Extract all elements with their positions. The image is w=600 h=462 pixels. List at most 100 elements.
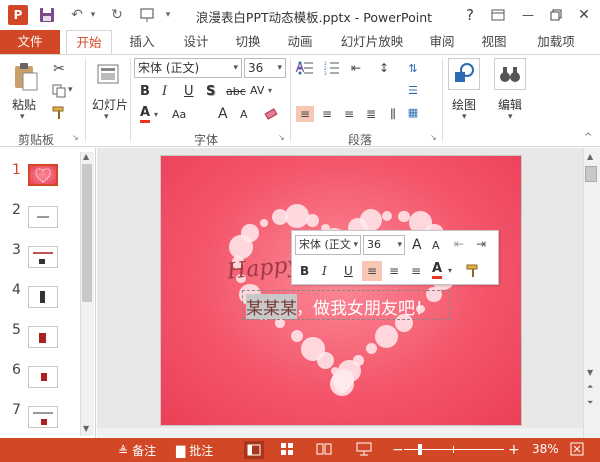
slide-thumbnail-3[interactable] <box>28 246 58 268</box>
scroll-up-icon[interactable]: ▲ <box>587 152 593 161</box>
mini-format-painter-icon[interactable] <box>464 262 482 280</box>
slide-thumbnail-6[interactable] <box>28 366 58 388</box>
drawing-shapes-icon[interactable] <box>448 58 480 90</box>
align-center-icon[interactable]: ≡ <box>318 106 336 122</box>
ribbon-display-options-icon[interactable] <box>486 4 510 26</box>
decrease-indent-icon[interactable]: ⇤ <box>348 58 364 78</box>
help-button[interactable]: ? <box>458 4 482 26</box>
tab-animations[interactable]: 动画 <box>280 30 320 54</box>
strikethrough-button[interactable]: abc <box>226 85 246 98</box>
font-color-dropdown-icon[interactable]: ▾ <box>154 110 158 119</box>
align-right-icon[interactable]: ≡ <box>340 106 358 122</box>
collapse-ribbon-icon[interactable]: ^ <box>584 132 592 143</box>
grow-font-button[interactable]: A <box>218 106 228 122</box>
zoom-in-button[interactable]: + <box>508 442 520 458</box>
zoom-slider-thumb[interactable] <box>418 444 422 455</box>
mini-underline-button[interactable]: U <box>344 264 353 278</box>
spacing-dropdown-icon[interactable]: ▾ <box>268 86 272 95</box>
clipboard-launcher-icon[interactable]: ↘ <box>72 133 79 142</box>
shadow-button[interactable]: S <box>206 84 215 99</box>
customize-toolbar-icon[interactable]: ▾ <box>162 5 174 25</box>
restore-icon[interactable] <box>544 4 568 26</box>
selected-text[interactable]: 某某某 <box>246 294 297 319</box>
bold-button[interactable]: B <box>140 84 150 99</box>
smartart-icon[interactable]: ▦ <box>404 102 422 122</box>
slide-thumbnail-7[interactable] <box>28 406 58 428</box>
minimize-button[interactable]: — <box>516 4 540 26</box>
format-painter-icon[interactable] <box>50 104 68 122</box>
scroll-thumb[interactable] <box>82 164 92 302</box>
start-from-beginning-icon[interactable] <box>136 5 158 25</box>
scroll-up-icon[interactable]: ▲ <box>83 152 89 161</box>
normal-view-icon[interactable] <box>244 441 264 459</box>
notes-button[interactable]: ≜ 备注 <box>118 442 156 459</box>
tab-home[interactable]: 开始 <box>66 30 112 55</box>
align-left-icon[interactable]: ≡ <box>296 106 314 122</box>
mini-font-color-button[interactable]: A <box>432 262 443 279</box>
line-spacing-icon[interactable]: ↕ <box>374 58 394 78</box>
font-color-button[interactable]: A <box>140 106 151 123</box>
close-button[interactable]: ✕ <box>572 4 596 26</box>
paragraph-launcher-icon[interactable]: ↘ <box>430 133 437 142</box>
editing-label[interactable]: 编辑 <box>498 96 522 113</box>
drawing-dropdown-icon[interactable]: ▾ <box>462 112 467 122</box>
tab-file[interactable]: 文件 <box>0 30 60 54</box>
redo-icon[interactable]: ↻ <box>106 5 128 25</box>
slide-thumbnail-4[interactable] <box>28 286 58 308</box>
scroll-thumb[interactable] <box>585 166 597 182</box>
fit-to-window-icon[interactable] <box>570 442 584 459</box>
editing-dropdown-icon[interactable]: ▾ <box>508 112 513 122</box>
scroll-down-icon[interactable]: ▼ <box>587 368 593 377</box>
font-launcher-icon[interactable]: ↘ <box>278 133 285 142</box>
mini-decrease-indent-icon[interactable]: ⇤ <box>454 237 464 251</box>
zoom-level[interactable]: 38% <box>532 442 559 456</box>
tab-addins[interactable]: 加载项 <box>530 30 582 54</box>
mini-align-right-icon[interactable]: ≡ <box>406 261 426 281</box>
font-size-dropdown[interactable]: 36 ▾ <box>244 58 286 78</box>
editor-horizontal-scrollbar[interactable] <box>97 428 583 438</box>
binoculars-icon[interactable] <box>494 58 526 90</box>
new-slide-icon[interactable] <box>94 60 122 90</box>
italic-button[interactable]: I <box>162 84 167 99</box>
slides-dropdown-icon[interactable]: ▾ <box>104 112 109 122</box>
bullets-icon[interactable] <box>296 58 316 78</box>
mini-align-left-icon[interactable]: ≡ <box>362 261 382 281</box>
undo-icon[interactable]: ↶ <box>66 5 88 25</box>
font-name-dropdown[interactable]: 宋体 (正文) ▾ <box>134 58 242 78</box>
underline-button[interactable]: U <box>184 84 194 99</box>
scroll-down-icon[interactable]: ▼ <box>83 424 89 433</box>
eraser-icon[interactable] <box>262 106 280 122</box>
character-spacing-button[interactable]: AV <box>250 84 264 97</box>
mini-shrink-font-button[interactable]: A <box>432 239 440 252</box>
mini-italic-button[interactable]: I <box>322 264 327 278</box>
slide-sorter-icon[interactable] <box>280 442 294 459</box>
align-text-icon[interactable]: ☰ <box>404 80 422 100</box>
tab-transitions[interactable]: 切换 <box>228 30 268 54</box>
justify-icon[interactable]: ≣ <box>362 106 380 122</box>
cut-icon[interactable]: ✂ <box>50 60 68 78</box>
tab-review[interactable]: 审阅 <box>422 30 462 54</box>
tab-slideshow[interactable]: 幻灯片放映 <box>336 30 408 54</box>
mini-bold-button[interactable]: B <box>300 264 309 278</box>
numbering-icon[interactable]: 123 <box>322 58 342 78</box>
tab-insert[interactable]: 插入 <box>122 30 162 54</box>
slide-thumbnail-2[interactable] <box>28 206 58 228</box>
mini-align-center-icon[interactable]: ≡ <box>384 261 404 281</box>
mini-font-name-dropdown[interactable]: 宋体 (正文 ▾ <box>295 235 361 255</box>
paste-dropdown-icon[interactable]: ▾ <box>20 112 25 122</box>
change-case-button[interactable]: Aa <box>172 108 186 121</box>
copy-dropdown-icon[interactable]: ▾ <box>68 85 73 95</box>
mini-font-size-dropdown[interactable]: 36 ▾ <box>363 235 405 255</box>
comments-button[interactable]: ▇ 批注 <box>176 442 213 459</box>
paste-icon[interactable] <box>10 60 42 94</box>
tab-view[interactable]: 视图 <box>474 30 514 54</box>
slide-main-text[interactable]: ，做我女朋友吧！ <box>296 294 432 319</box>
text-direction-icon[interactable]: ⇅ <box>404 58 422 78</box>
drawing-label[interactable]: 绘图 <box>452 96 476 113</box>
slides-label[interactable]: 幻灯片 <box>92 96 128 113</box>
next-slide-icon[interactable]: ⏷ <box>587 398 593 408</box>
reading-view-icon[interactable] <box>316 442 332 459</box>
mini-increase-indent-icon[interactable]: ⇥ <box>476 237 486 251</box>
editor-vertical-scrollbar[interactable] <box>583 148 600 438</box>
zoom-out-button[interactable]: − <box>392 442 404 458</box>
